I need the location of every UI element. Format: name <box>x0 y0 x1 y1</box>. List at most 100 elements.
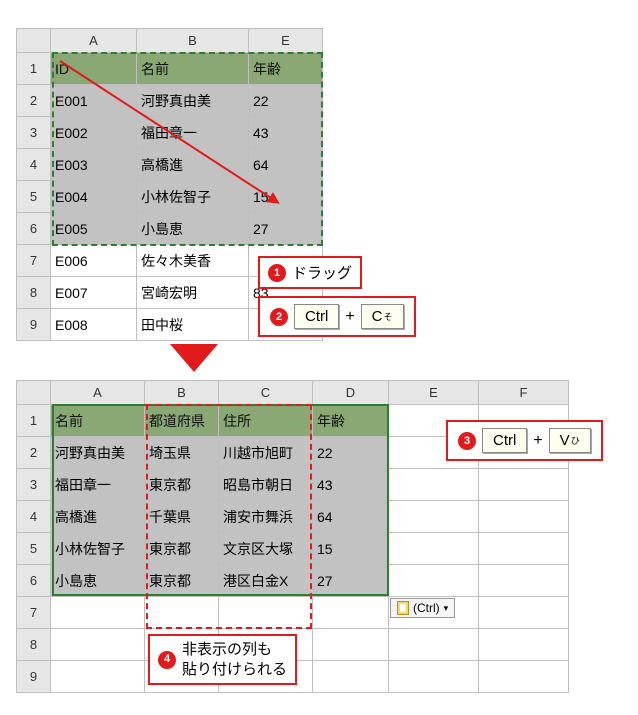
row-header[interactable]: 8 <box>17 629 51 661</box>
cell[interactable] <box>219 597 313 629</box>
cell[interactable]: 27 <box>249 213 323 245</box>
cell[interactable] <box>389 629 479 661</box>
cell[interactable]: 名前 <box>51 405 145 437</box>
cell[interactable]: 宮崎宏明 <box>137 277 249 309</box>
row-header[interactable]: 8 <box>17 277 51 309</box>
cell[interactable]: 22 <box>249 85 323 117</box>
cell[interactable] <box>389 501 479 533</box>
cell[interactable] <box>389 661 479 693</box>
cell[interactable] <box>145 597 219 629</box>
cell[interactable] <box>389 565 479 597</box>
cell[interactable]: 43 <box>249 117 323 149</box>
paste-options-button[interactable]: (Ctrl) ▾ <box>390 598 455 618</box>
select-all-corner[interactable] <box>17 381 51 405</box>
row-header[interactable]: 3 <box>17 469 51 501</box>
cell[interactable] <box>313 597 389 629</box>
cell[interactable]: 田中桜 <box>137 309 249 341</box>
cell[interactable]: E004 <box>51 181 137 213</box>
cell[interactable] <box>479 501 569 533</box>
cell[interactable]: 年齢 <box>249 53 323 85</box>
row-header[interactable]: 7 <box>17 597 51 629</box>
col-header[interactable]: E <box>389 381 479 405</box>
col-header[interactable]: D <box>313 381 389 405</box>
row-header[interactable]: 4 <box>17 501 51 533</box>
cell[interactable]: 27 <box>313 565 389 597</box>
cell[interactable]: 浦安市舞浜 <box>219 501 313 533</box>
row-header[interactable]: 1 <box>17 53 51 85</box>
cell[interactable] <box>389 533 479 565</box>
row-header[interactable]: 7 <box>17 245 51 277</box>
cell[interactable]: 東京都 <box>145 469 219 501</box>
cell[interactable]: 昭島市朝日 <box>219 469 313 501</box>
row-header[interactable]: 3 <box>17 117 51 149</box>
cell[interactable]: 文京区大塚 <box>219 533 313 565</box>
row-header[interactable]: 4 <box>17 149 51 181</box>
row-header[interactable]: 2 <box>17 437 51 469</box>
row-header[interactable]: 9 <box>17 661 51 693</box>
cell[interactable]: E006 <box>51 245 137 277</box>
cell[interactable]: 小島恵 <box>51 565 145 597</box>
key-ctrl: Ctrl <box>482 428 527 453</box>
cell[interactable]: 埼玉県 <box>145 437 219 469</box>
cell[interactable] <box>479 533 569 565</box>
cell[interactable]: 東京都 <box>145 565 219 597</box>
cell[interactable]: E007 <box>51 277 137 309</box>
cell[interactable] <box>313 629 389 661</box>
cell[interactable]: 港区白金X <box>219 565 313 597</box>
cell[interactable]: 小林佐智子 <box>137 181 249 213</box>
cell[interactable]: 都道府県 <box>145 405 219 437</box>
cell[interactable] <box>51 661 145 693</box>
cell[interactable]: 43 <box>313 469 389 501</box>
row-header[interactable]: 6 <box>17 565 51 597</box>
cell[interactable]: 15 <box>313 533 389 565</box>
cell[interactable]: E002 <box>51 117 137 149</box>
row-header[interactable]: 6 <box>17 213 51 245</box>
row-header[interactable]: 2 <box>17 85 51 117</box>
cell[interactable]: 佐々木美香 <box>137 245 249 277</box>
cell[interactable]: 河野真由美 <box>51 437 145 469</box>
callout-paste-shortcut: 3 Ctrl + Vひ <box>446 420 603 461</box>
cell[interactable] <box>479 565 569 597</box>
row-header[interactable]: 1 <box>17 405 51 437</box>
col-header[interactable]: A <box>51 381 145 405</box>
cell[interactable]: 22 <box>313 437 389 469</box>
col-header[interactable]: B <box>145 381 219 405</box>
cell[interactable]: 小島恵 <box>137 213 249 245</box>
cell[interactable] <box>51 629 145 661</box>
cell[interactable]: 高橋進 <box>51 501 145 533</box>
cell[interactable]: 小林佐智子 <box>51 533 145 565</box>
cell[interactable]: 福田章一 <box>51 469 145 501</box>
cell[interactable]: 高橋進 <box>137 149 249 181</box>
row-header[interactable]: 9 <box>17 309 51 341</box>
cell[interactable] <box>313 661 389 693</box>
cell[interactable] <box>479 597 569 629</box>
cell[interactable]: E008 <box>51 309 137 341</box>
col-header[interactable]: B <box>137 29 249 53</box>
select-all-corner[interactable] <box>17 29 51 53</box>
cell[interactable]: 64 <box>249 149 323 181</box>
col-header[interactable]: E <box>249 29 323 53</box>
cell[interactable]: E005 <box>51 213 137 245</box>
cell[interactable]: 住所 <box>219 405 313 437</box>
row-header[interactable]: 5 <box>17 533 51 565</box>
cell[interactable]: 千葉県 <box>145 501 219 533</box>
cell[interactable]: 年齢 <box>313 405 389 437</box>
col-header[interactable]: A <box>51 29 137 53</box>
cell[interactable]: 64 <box>313 501 389 533</box>
cell[interactable]: 川越市旭町 <box>219 437 313 469</box>
cell[interactable]: ID <box>51 53 137 85</box>
cell[interactable]: E003 <box>51 149 137 181</box>
col-header[interactable]: F <box>479 381 569 405</box>
cell[interactable] <box>51 597 145 629</box>
col-header[interactable]: C <box>219 381 313 405</box>
cell[interactable]: 15 <box>249 181 323 213</box>
cell[interactable] <box>389 469 479 501</box>
cell[interactable]: 名前 <box>137 53 249 85</box>
cell[interactable]: 河野真由美 <box>137 85 249 117</box>
cell[interactable] <box>479 629 569 661</box>
cell[interactable] <box>479 469 569 501</box>
row-header[interactable]: 5 <box>17 181 51 213</box>
cell[interactable]: 東京都 <box>145 533 219 565</box>
source-spreadsheet[interactable]: A B E 1 ID 名前 年齢 2 E001 河野真由美 22 3 E002 … <box>16 28 323 341</box>
cell[interactable] <box>479 661 569 693</box>
